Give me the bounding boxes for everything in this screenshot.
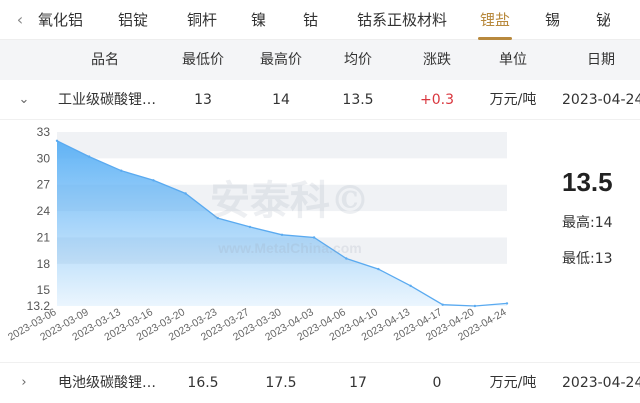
high-price: 14 (272, 92, 290, 108)
table-row[interactable]: › 电池级碳酸锂… 16.5 17.5 17 0 万元/吨 2023-04-24 (0, 362, 640, 402)
data-point (409, 284, 412, 287)
date: 2023-04-24 (562, 375, 640, 391)
product-name: 电池级碳酸锂… (58, 375, 156, 391)
summary-low: 最低:13 (562, 251, 613, 267)
data-point (184, 192, 187, 195)
y-tick-label: 15 (37, 283, 51, 297)
tab-copper-rod[interactable]: 铜杆 (187, 0, 217, 40)
tab-bismuth[interactable]: 铋 (596, 0, 610, 40)
product-name: 工业级碳酸锂… (58, 92, 156, 108)
watermark-url-text: www.MetalChina.com (217, 240, 361, 256)
header-date: 日期 (587, 52, 615, 68)
low-price: 13 (194, 92, 212, 108)
data-point (55, 139, 59, 142)
table-row[interactable]: ⌄ 工业级碳酸锂… 13 14 13.5 +0.3 万元/吨 2023-04-2… (0, 80, 640, 120)
y-tick-label: 21 (37, 230, 51, 244)
high-price: 17.5 (265, 375, 297, 391)
data-point (441, 303, 444, 306)
y-tick-label: 18 (37, 257, 51, 271)
data-point (312, 236, 316, 239)
data-point (345, 257, 348, 260)
tab-lithium-salt[interactable]: 锂盐 (480, 0, 510, 40)
tab-tin[interactable]: 锡 (545, 0, 560, 40)
price-change: +0.3 (420, 92, 454, 108)
y-tick-label: 27 (37, 178, 51, 192)
price-change: 0 (432, 375, 442, 391)
header-change: 涨跌 (423, 52, 451, 68)
data-point (248, 225, 252, 229)
summary-avg-price: 13.5 (562, 167, 613, 197)
unit: 万元/吨 (489, 375, 537, 391)
y-tick-label: 30 (37, 151, 51, 165)
tab-alumina[interactable]: 氧化铝 (38, 0, 83, 40)
low-price: 16.5 (187, 375, 219, 391)
avg-price: 13.5 (342, 92, 374, 108)
table-header: 品名 最低价 最高价 均价 涨跌 单位 日期 (0, 40, 640, 80)
category-tab-bar: ‹ 氧化铝 铝锭 铜杆 镍 钴 钴系正极材料 锂盐 锡 铋 (0, 0, 640, 40)
tab-cobalt-cathode[interactable]: 钴系正极材料 (357, 0, 447, 40)
avg-price: 17 (349, 375, 367, 391)
tabs-prev-arrow-icon[interactable]: ‹ (8, 0, 32, 40)
data-point (152, 179, 155, 182)
header-name: 品名 (91, 52, 119, 68)
y-tick-label: 24 (37, 204, 51, 218)
data-point (120, 169, 123, 172)
price-chart-panel: 15 18 21 24 27 30 33 13.2 2023-03-06 2023-03-09 20… (0, 121, 640, 362)
chevron-right-icon[interactable]: › (14, 363, 34, 403)
summary-high: 最高:14 (562, 215, 613, 231)
header-avg: 均价 (344, 52, 372, 68)
header-low: 最低价 (182, 52, 224, 68)
header-high: 最高价 (260, 52, 302, 68)
data-point (473, 304, 477, 308)
date: 2023-04-24 (562, 92, 640, 108)
tab-cobalt[interactable]: 钴 (303, 0, 318, 40)
unit: 万元/吨 (489, 92, 537, 108)
price-summary: 13.5 最高:14 最低:13 (540, 167, 640, 268)
data-point (377, 267, 380, 271)
tab-aluminum-ingot[interactable]: 铝锭 (118, 0, 148, 40)
data-point (280, 233, 284, 236)
grid-band (57, 132, 507, 159)
data-point (87, 155, 91, 158)
chevron-down-icon[interactable]: ⌄ (14, 80, 34, 120)
y-tick-label: 33 (37, 125, 51, 139)
watermark-logo-text: 安泰科© (210, 177, 370, 224)
header-unit: 单位 (499, 52, 527, 68)
tab-nickel[interactable]: 镍 (251, 0, 266, 40)
data-point (505, 302, 509, 305)
